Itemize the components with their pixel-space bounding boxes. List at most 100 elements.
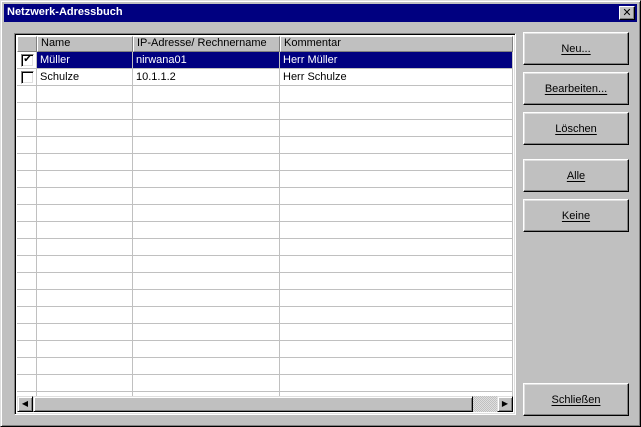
empty-row[interactable] bbox=[17, 120, 513, 137]
empty-row[interactable] bbox=[17, 324, 513, 341]
empty-row[interactable] bbox=[17, 86, 513, 103]
empty-cell bbox=[37, 188, 133, 205]
empty-cell bbox=[280, 120, 513, 137]
empty-cell bbox=[133, 239, 280, 256]
empty-cell bbox=[37, 290, 133, 307]
empty-cell bbox=[280, 273, 513, 290]
empty-cell bbox=[133, 103, 280, 120]
close-button[interactable]: Schließen bbox=[523, 383, 629, 416]
checkbox-cell: ✔ bbox=[17, 52, 37, 69]
empty-cell bbox=[133, 324, 280, 341]
empty-cell bbox=[133, 171, 280, 188]
empty-cell bbox=[17, 103, 37, 120]
title-bar[interactable]: Netzwerk-Adressbuch ✕ bbox=[4, 4, 637, 22]
empty-row[interactable] bbox=[17, 307, 513, 324]
empty-row[interactable] bbox=[17, 375, 513, 392]
empty-cell bbox=[17, 341, 37, 358]
empty-cell bbox=[17, 358, 37, 375]
select-none-button[interactable]: Keine bbox=[523, 199, 629, 232]
empty-cell bbox=[37, 222, 133, 239]
scroll-track[interactable] bbox=[473, 396, 497, 412]
empty-cell bbox=[17, 239, 37, 256]
list-rows: ✔ Müller nirwana01 Herr Müller Schulze 1… bbox=[17, 52, 513, 412]
column-header-comment[interactable]: Kommentar bbox=[280, 36, 513, 52]
empty-row[interactable] bbox=[17, 273, 513, 290]
empty-cell bbox=[133, 341, 280, 358]
new-button[interactable]: Neu... bbox=[523, 32, 629, 65]
address-book-window: Netzwerk-Adressbuch ✕ Name IP-Adresse/ R… bbox=[0, 0, 641, 427]
list-header: Name IP-Adresse/ Rechnername Kommentar bbox=[17, 36, 513, 52]
window-title: Netzwerk-Adressbuch bbox=[7, 6, 123, 18]
empty-cell bbox=[37, 137, 133, 154]
empty-cell bbox=[280, 341, 513, 358]
empty-cell bbox=[280, 86, 513, 103]
row-checkbox[interactable]: ✔ bbox=[21, 54, 34, 67]
empty-cell bbox=[133, 188, 280, 205]
empty-cell bbox=[133, 273, 280, 290]
empty-cell bbox=[37, 103, 133, 120]
cell-address: 10.1.1.2 bbox=[133, 69, 280, 86]
empty-cell bbox=[133, 86, 280, 103]
empty-row[interactable] bbox=[17, 222, 513, 239]
cell-comment: Herr Müller bbox=[280, 52, 513, 69]
cell-name: Müller bbox=[37, 52, 133, 69]
empty-row[interactable] bbox=[17, 103, 513, 120]
empty-cell bbox=[17, 307, 37, 324]
empty-cell bbox=[280, 375, 513, 392]
empty-row[interactable] bbox=[17, 341, 513, 358]
empty-cell bbox=[280, 137, 513, 154]
empty-row[interactable] bbox=[17, 256, 513, 273]
scroll-thumb[interactable] bbox=[33, 396, 473, 412]
empty-cell bbox=[17, 273, 37, 290]
cell-address: nirwana01 bbox=[133, 52, 280, 69]
horizontal-scrollbar[interactable]: ◀ ▶ bbox=[17, 396, 513, 412]
empty-row[interactable] bbox=[17, 154, 513, 171]
empty-cell bbox=[17, 137, 37, 154]
empty-row[interactable] bbox=[17, 137, 513, 154]
empty-row[interactable] bbox=[17, 205, 513, 222]
empty-cell bbox=[37, 273, 133, 290]
empty-cell bbox=[280, 205, 513, 222]
empty-cell bbox=[280, 256, 513, 273]
empty-cell bbox=[17, 375, 37, 392]
row-checkbox[interactable] bbox=[21, 71, 34, 84]
empty-cell bbox=[17, 222, 37, 239]
empty-cell bbox=[133, 137, 280, 154]
column-header-address[interactable]: IP-Adresse/ Rechnername bbox=[133, 36, 280, 52]
empty-cell bbox=[37, 86, 133, 103]
empty-cell bbox=[280, 324, 513, 341]
empty-row[interactable] bbox=[17, 188, 513, 205]
address-list[interactable]: Name IP-Adresse/ Rechnername Kommentar ✔… bbox=[14, 33, 516, 415]
edit-button[interactable]: Bearbeiten... bbox=[523, 72, 629, 105]
empty-cell bbox=[17, 290, 37, 307]
delete-button[interactable]: Löschen bbox=[523, 112, 629, 145]
empty-cell bbox=[37, 239, 133, 256]
empty-cell bbox=[37, 256, 133, 273]
empty-cell bbox=[37, 324, 133, 341]
empty-cell bbox=[280, 307, 513, 324]
table-row[interactable]: ✔ Müller nirwana01 Herr Müller bbox=[17, 52, 513, 69]
empty-rows bbox=[17, 86, 513, 409]
table-row[interactable]: Schulze 10.1.1.2 Herr Schulze bbox=[17, 69, 513, 86]
empty-cell bbox=[133, 290, 280, 307]
empty-row[interactable] bbox=[17, 239, 513, 256]
column-header-check[interactable] bbox=[17, 36, 37, 52]
empty-cell bbox=[133, 222, 280, 239]
empty-cell bbox=[17, 154, 37, 171]
empty-row[interactable] bbox=[17, 358, 513, 375]
select-all-button[interactable]: Alle bbox=[523, 159, 629, 192]
scroll-right-icon[interactable]: ▶ bbox=[497, 396, 513, 412]
close-icon[interactable]: ✕ bbox=[619, 6, 635, 20]
empty-cell bbox=[133, 154, 280, 171]
scroll-left-icon[interactable]: ◀ bbox=[17, 396, 33, 412]
empty-cell bbox=[37, 341, 133, 358]
empty-cell bbox=[133, 307, 280, 324]
column-header-name[interactable]: Name bbox=[37, 36, 133, 52]
empty-cell bbox=[280, 239, 513, 256]
empty-row[interactable] bbox=[17, 290, 513, 307]
empty-cell bbox=[17, 86, 37, 103]
empty-cell bbox=[17, 205, 37, 222]
empty-row[interactable] bbox=[17, 171, 513, 188]
empty-cell bbox=[17, 171, 37, 188]
empty-cell bbox=[280, 222, 513, 239]
